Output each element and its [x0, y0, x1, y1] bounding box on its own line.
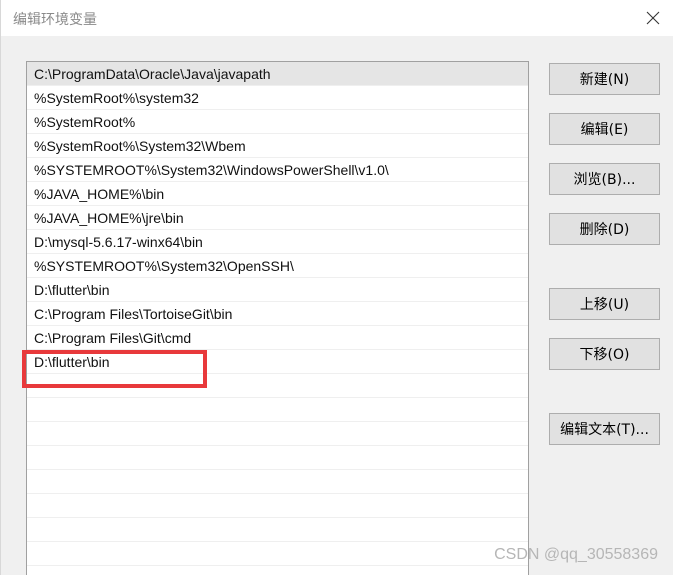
path-list-item[interactable]: C:\Program Files\Git\cmd [27, 326, 528, 350]
path-list-item[interactable]: D:\mysql-5.6.17-winx64\bin [27, 230, 528, 254]
path-list-item[interactable]: %SystemRoot%\system32 [27, 86, 528, 110]
empty-list-row[interactable] [27, 542, 528, 566]
empty-list-row[interactable] [27, 566, 528, 575]
path-list-item[interactable]: %JAVA_HOME%\jre\bin [27, 206, 528, 230]
path-list-item[interactable]: C:\Program Files\TortoiseGit\bin [27, 302, 528, 326]
path-list[interactable]: C:\ProgramData\Oracle\Java\javapath %Syst… [26, 61, 529, 575]
path-list-item[interactable]: %SYSTEMROOT%\System32\OpenSSH\ [27, 254, 528, 278]
new-button[interactable]: 新建(N) [549, 63, 660, 95]
empty-list-row[interactable] [27, 398, 528, 422]
edit-button[interactable]: 编辑(E) [549, 113, 660, 145]
path-list-item[interactable]: %SYSTEMROOT%\System32\WindowsPowerShell\… [27, 158, 528, 182]
edit-text-button[interactable]: 编辑文本(T)... [549, 413, 660, 445]
window-title: 编辑环境变量 [13, 12, 97, 28]
path-list-item[interactable]: %SystemRoot%\System32\Wbem [27, 134, 528, 158]
move-down-button[interactable]: 下移(O) [549, 338, 660, 370]
path-list-item[interactable]: C:\ProgramData\Oracle\Java\javapath [27, 62, 528, 86]
empty-list-row[interactable] [27, 422, 528, 446]
empty-list-row[interactable] [27, 518, 528, 542]
delete-button[interactable]: 删除(D) [549, 213, 660, 245]
path-list-item[interactable]: %JAVA_HOME%\bin [27, 182, 528, 206]
path-list-item[interactable]: D:\flutter\bin [27, 350, 528, 374]
path-list-item[interactable]: D:\flutter\bin [27, 278, 528, 302]
empty-list-row[interactable] [27, 470, 528, 494]
close-button[interactable] [638, 4, 668, 32]
close-icon [646, 11, 660, 25]
edit-env-var-dialog: 编辑环境变量 C:\ProgramData\Oracle\Java\javapa… [0, 0, 673, 575]
title-bar: 编辑环境变量 [1, 0, 673, 36]
path-list-item[interactable]: %SystemRoot% [27, 110, 528, 134]
watermark: CSDN @qq_30558369 [494, 546, 658, 563]
empty-list-row[interactable] [27, 446, 528, 470]
move-up-button[interactable]: 上移(U) [549, 288, 660, 320]
empty-list-row[interactable] [27, 374, 528, 398]
empty-list-row[interactable] [27, 494, 528, 518]
browse-button[interactable]: 浏览(B)... [549, 163, 660, 195]
